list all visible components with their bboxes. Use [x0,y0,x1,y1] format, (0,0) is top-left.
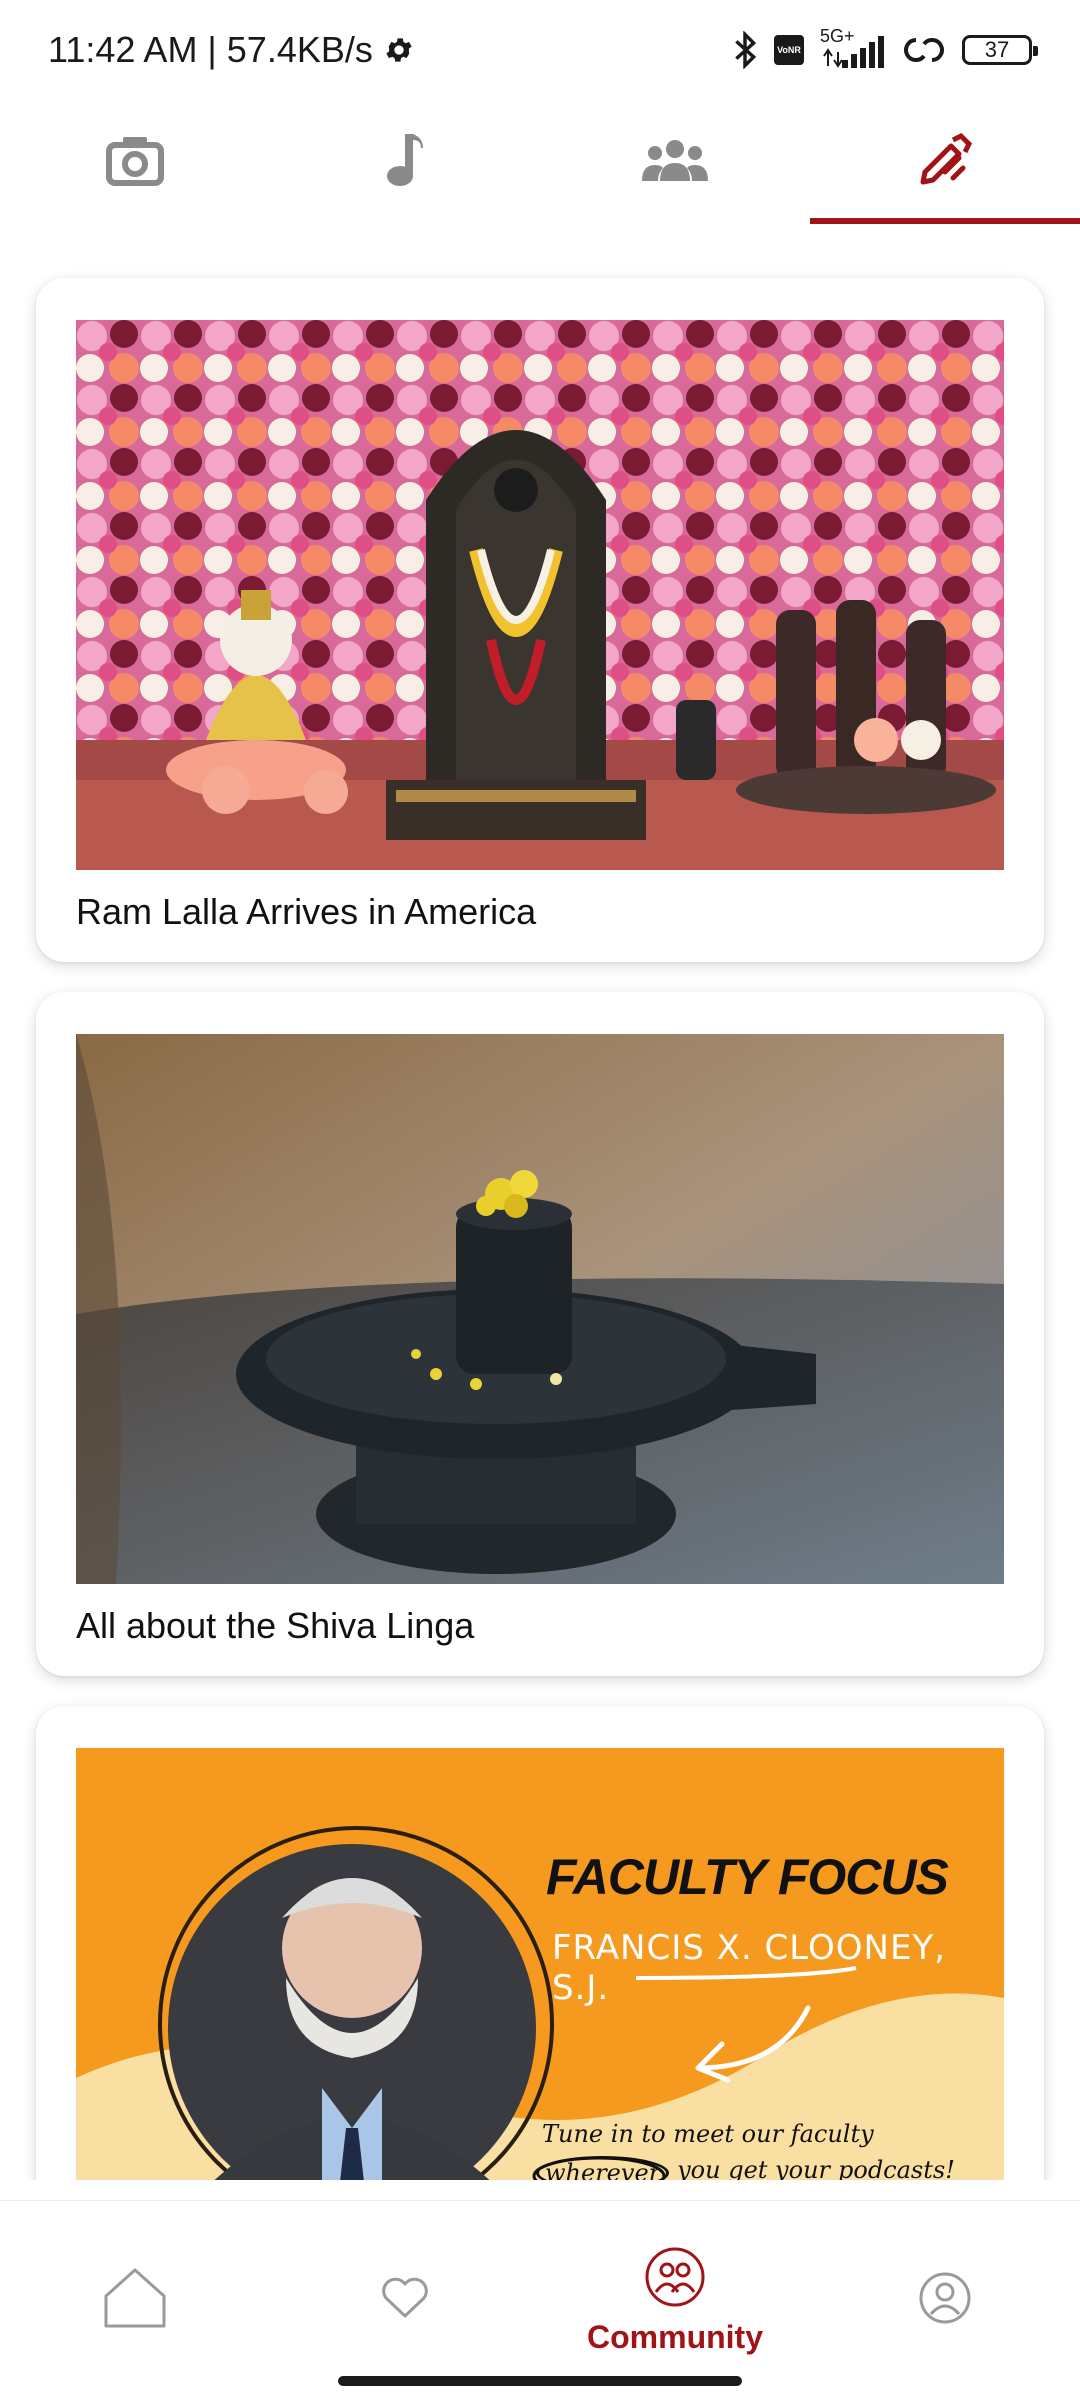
article-card[interactable]: All about the Shiva Linga [36,992,1044,1676]
home-icon [102,2266,168,2335]
banner-circled-word: wherever [536,2156,670,2180]
banner-line1: Tune in to meet our faculty [542,2120,874,2148]
heart-icon [380,2276,430,2325]
bottom-navigation: Community [0,2200,1080,2400]
faculty-focus-banner: FACULTY FOCUS FRANCIS X. CLOONEY, S.J. T… [76,1748,1004,2180]
home-indicator[interactable] [338,2376,742,2386]
article-title: All about the Shiva Linga [76,1605,475,1646]
nav-favorites[interactable] [270,2201,540,2400]
article-card[interactable]: FACULTY FOCUS FRANCIS X. CLOONEY, S.J. T… [36,1706,1044,2180]
article-card[interactable]: Ram Lalla Arrives in America [36,278,1044,962]
nav-home[interactable] [0,2201,270,2400]
article-title: Ram Lalla Arrives in America [76,891,537,932]
nav-community[interactable]: Community [540,2201,810,2400]
profile-icon [919,2272,971,2329]
community-icon [644,2246,706,2313]
banner-name: FRANCIS X. CLOONEY, S.J. [552,1928,947,2008]
banner-line2: wherever you get your podcasts! [536,2156,955,2180]
banner-underlined-word: podcasts! [838,2156,955,2180]
nav-community-label: Community [587,2318,763,2355]
banner-heading: FACULTY FOCUS [546,1849,949,1905]
ram-lalla-photo [76,320,1004,870]
feed-viewport: Ram Lalla Arrives in America All about t… [0,0,1080,2180]
article-feed: Ram Lalla Arrives in America All about t… [36,278,1044,2180]
nav-profile[interactable] [810,2201,1080,2400]
shiva-linga-photo [76,1034,1004,1584]
banner-line2-text: you get your [677,2156,830,2180]
